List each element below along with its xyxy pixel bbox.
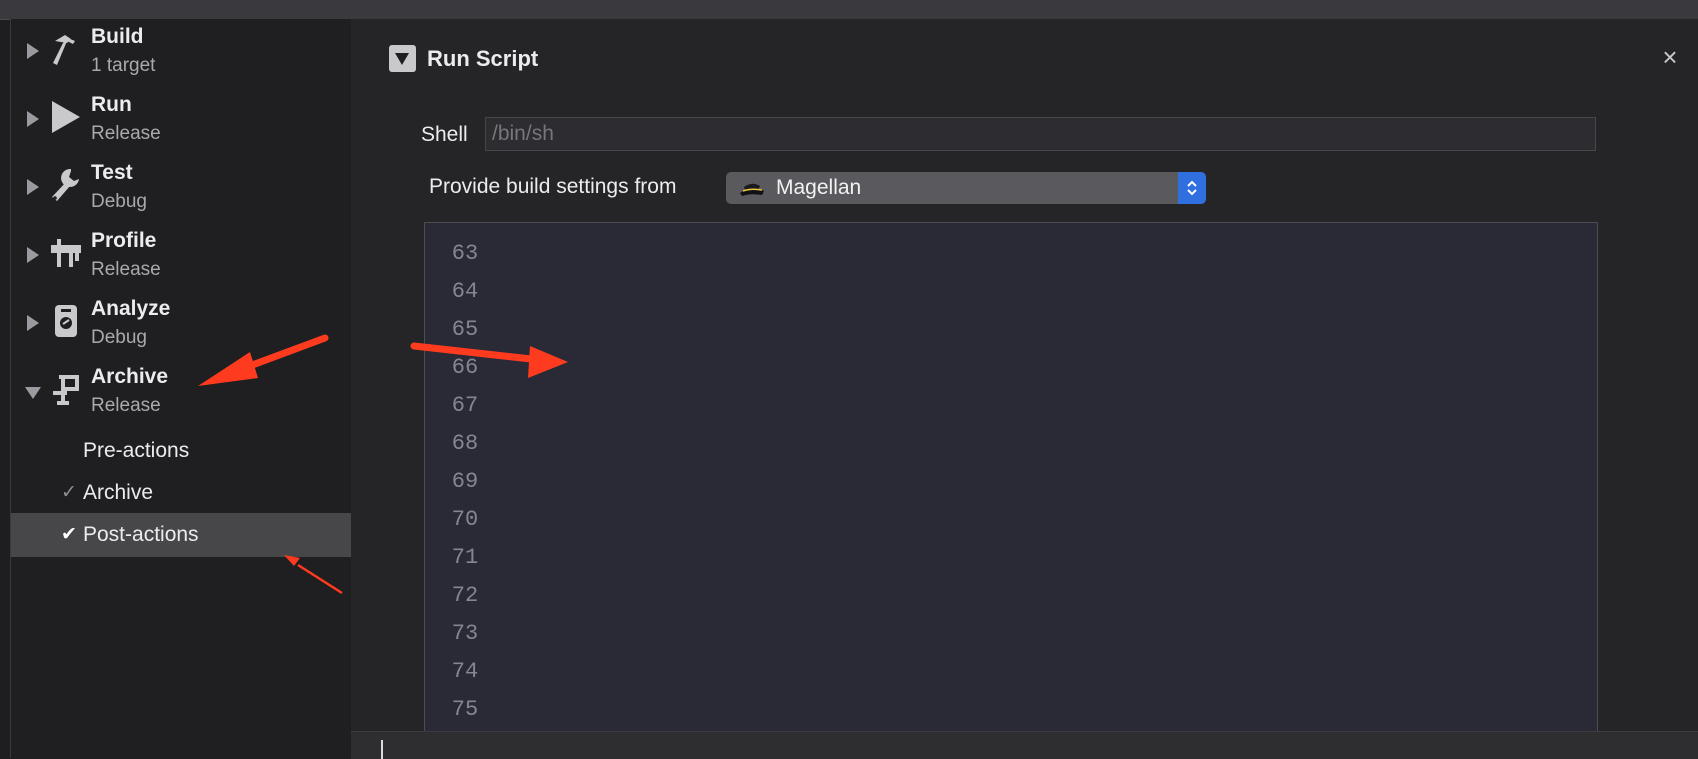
target-name: Magellan (776, 176, 862, 199)
sidebar-subitem-label: Archive (83, 481, 154, 504)
provide-settings-label: Provide build settings from (429, 175, 677, 198)
scheme-action-sidebar: Build 1 target Run Release Test Debug Pr… (10, 19, 352, 758)
check-icon: ✓ (61, 482, 77, 503)
line-number: 71 (451, 545, 479, 570)
disclosure-triangle-icon[interactable] (27, 111, 39, 127)
disclosure-triangle-icon[interactable] (27, 179, 39, 195)
wrench-icon (49, 167, 83, 203)
text-cursor (381, 740, 383, 759)
sidebar-item-subtitle: Release (91, 395, 161, 416)
sidebar-item-run[interactable]: Run Release (11, 87, 351, 155)
sidebar-subitem-label: Post-actions (83, 523, 199, 546)
captain-hat-icon (738, 179, 766, 197)
shell-input[interactable] (485, 117, 1596, 151)
sidebar-item-title: Archive (91, 365, 169, 388)
sidebar-subitem-post-actions[interactable]: ✔ Post-actions (11, 513, 351, 557)
sidebar-subitem-label: Pre-actions (83, 439, 190, 462)
script-editor[interactable]: 62 63 64 65 66 67 68 69 70 71 72 73 74 7… (424, 222, 1598, 758)
analyze-icon (49, 303, 83, 339)
editor-bottom-bar (351, 731, 1698, 759)
run-script-panel: Run Script × Shell Provide build setting… (351, 19, 1698, 759)
play-icon (49, 99, 83, 135)
collapse-toggle-icon[interactable] (389, 45, 416, 72)
sidebar-subitem-archive[interactable]: ✓ Archive (11, 471, 351, 515)
line-number: 63 (451, 241, 479, 266)
disclosure-triangle-icon[interactable] (27, 315, 39, 331)
sidebar-item-title: Test (91, 161, 133, 184)
hammer-icon (49, 31, 83, 67)
sidebar-item-subtitle: Release (91, 123, 161, 144)
panel-title: Run Script (427, 46, 539, 71)
build-settings-target-select[interactable]: Magellan (726, 172, 1206, 204)
sidebar-subitem-pre-actions[interactable]: Pre-actions (11, 429, 351, 473)
sidebar-item-subtitle: Debug (91, 191, 147, 212)
disclosure-triangle-icon[interactable] (27, 247, 39, 263)
sidebar-item-archive[interactable]: Archive Release (11, 359, 351, 427)
line-number: 73 (451, 621, 479, 646)
archive-icon (49, 371, 83, 407)
line-number: 68 (451, 431, 479, 456)
line-number: 69 (451, 469, 479, 494)
sidebar-item-build[interactable]: Build 1 target (11, 19, 351, 87)
sidebar-item-title: Analyze (91, 297, 171, 320)
line-number: 70 (451, 507, 479, 532)
sidebar-item-subtitle: Debug (91, 327, 147, 348)
shell-label: Shell (421, 123, 468, 146)
line-number: 66 (451, 355, 479, 380)
line-number: 64 (451, 279, 479, 304)
sidebar-item-title: Build (91, 25, 144, 48)
sidebar-item-profile[interactable]: Profile Release (11, 223, 351, 291)
window-top-bar (0, 0, 1698, 20)
disclosure-triangle-icon[interactable] (25, 387, 41, 399)
sidebar-item-test[interactable]: Test Debug (11, 155, 351, 223)
line-number: 62 (445, 223, 485, 230)
chevron-up-down-icon (1178, 172, 1206, 204)
line-number: 72 (451, 583, 479, 608)
line-number: 74 (451, 659, 479, 684)
sidebar-item-subtitle: Release (91, 259, 161, 280)
line-number: 67 (451, 393, 479, 418)
close-button[interactable]: × (1658, 44, 1682, 70)
line-number: 75 (451, 697, 479, 722)
line-number: 65 (451, 317, 479, 342)
sidebar-item-title: Run (91, 93, 132, 116)
disclosure-triangle-icon[interactable] (27, 43, 39, 59)
sidebar-item-title: Profile (91, 229, 157, 252)
gauge-icon (49, 235, 83, 271)
sidebar-item-analyze[interactable]: Analyze Debug (11, 291, 351, 359)
sidebar-item-subtitle: 1 target (91, 55, 156, 76)
check-icon: ✔ (61, 524, 77, 545)
